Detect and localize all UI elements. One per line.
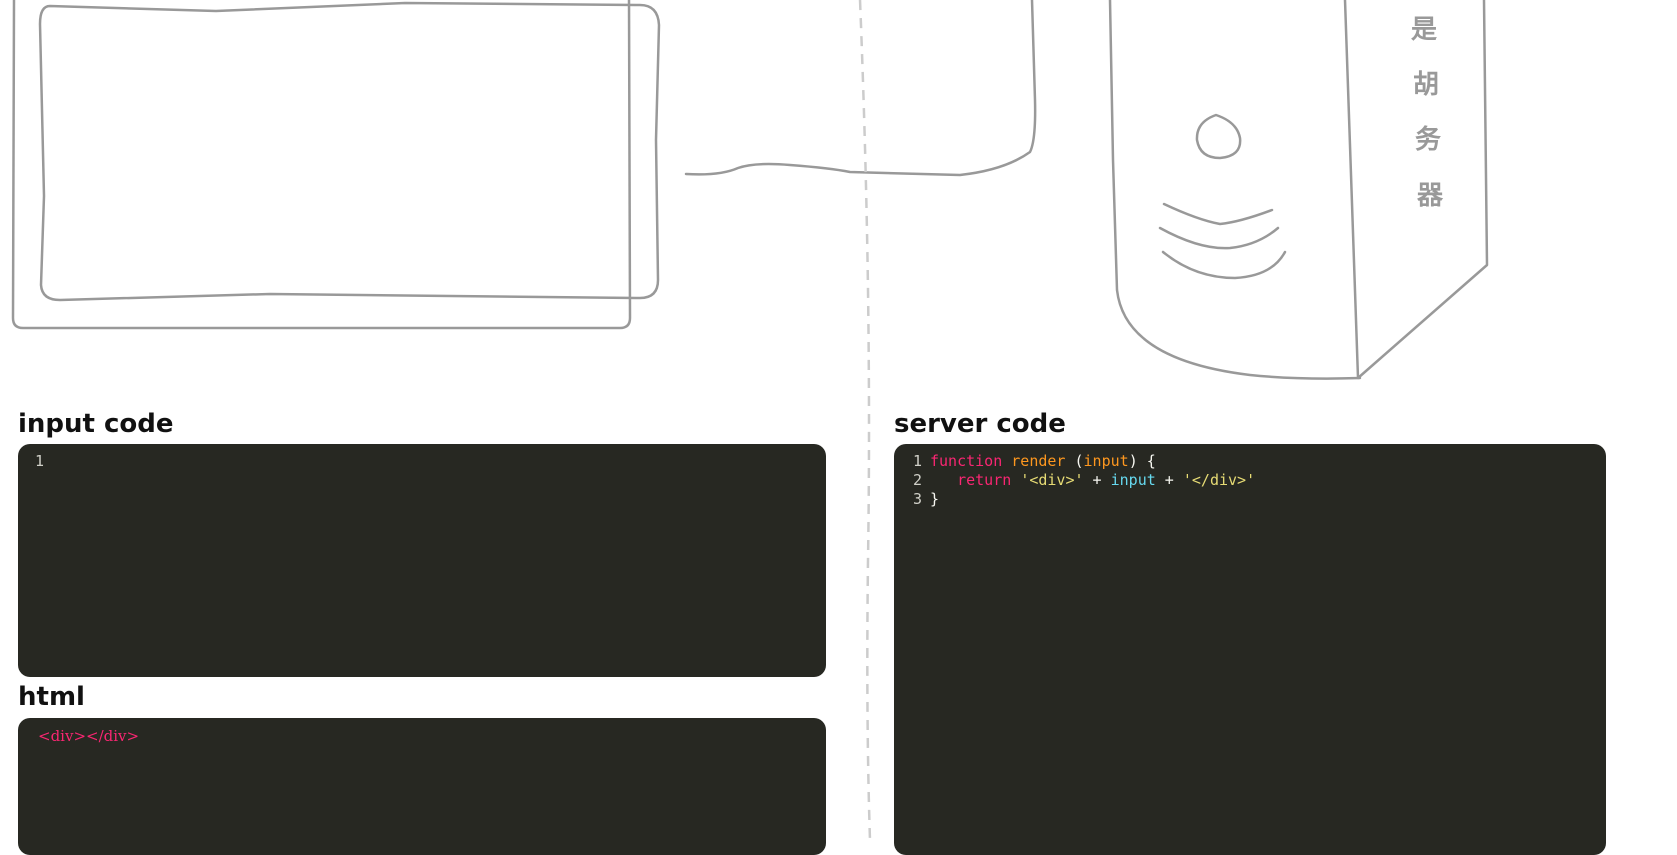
input-code-editor[interactable]: 1 [18, 444, 826, 677]
monitor-sketch-icon [11, 0, 661, 330]
line-number: 2 [912, 471, 922, 489]
server-label-char-1: 是 [1411, 15, 1437, 45]
code-line[interactable]: 1 function render (input) { [894, 452, 1606, 471]
server-code-editor[interactable]: 1 function render (input) {2 return '<div… [894, 444, 1606, 855]
line-number: 1 [34, 452, 44, 470]
code-token: return [957, 471, 1012, 489]
server-label-char-3: 务 [1415, 125, 1441, 155]
server-code-lines: 1 function render (input) {2 return '<div… [894, 452, 1606, 509]
code-token: + [1083, 471, 1111, 489]
code-line[interactable]: 3} [894, 490, 1606, 509]
html-title: html [18, 682, 85, 712]
code-token: + [1155, 471, 1183, 489]
code-token: } [930, 490, 940, 508]
code-token: '<div>' [1020, 471, 1084, 489]
code-token: function [930, 452, 1003, 470]
server-code-title: server code [894, 409, 1066, 439]
code-text[interactable] [52, 452, 826, 471]
html-output-panel: <div></div> [18, 718, 826, 855]
cable-sketch-icon [684, 0, 1037, 177]
input-code-lines: 1 [18, 452, 826, 471]
sketch-illustration: 是 胡 务 器 [11, 0, 1489, 380]
line-number: 3 [912, 490, 922, 508]
code-line[interactable]: 2 return '<div>' + input + '</div>' [894, 471, 1606, 490]
code-token: '</div>' [1182, 471, 1256, 489]
server-label-char-4: 器 [1416, 181, 1444, 211]
line-number: 1 [912, 452, 922, 470]
code-text[interactable]: return '<div>' + input + '</div>' [930, 471, 1606, 490]
code-text[interactable]: function render (input) { [930, 452, 1606, 471]
code-token: ( [1065, 452, 1084, 470]
input-code-title: input code [18, 409, 174, 439]
code-line[interactable]: 1 [18, 452, 826, 471]
code-token: input [1110, 471, 1156, 489]
code-token: input [1083, 452, 1129, 470]
code-token: render [1011, 452, 1066, 470]
server-label-char-2: 胡 [1413, 70, 1439, 100]
code-token: ) { [1128, 452, 1156, 470]
code-text[interactable]: } [930, 490, 1606, 509]
html-output-text: <div></div> [38, 727, 140, 745]
